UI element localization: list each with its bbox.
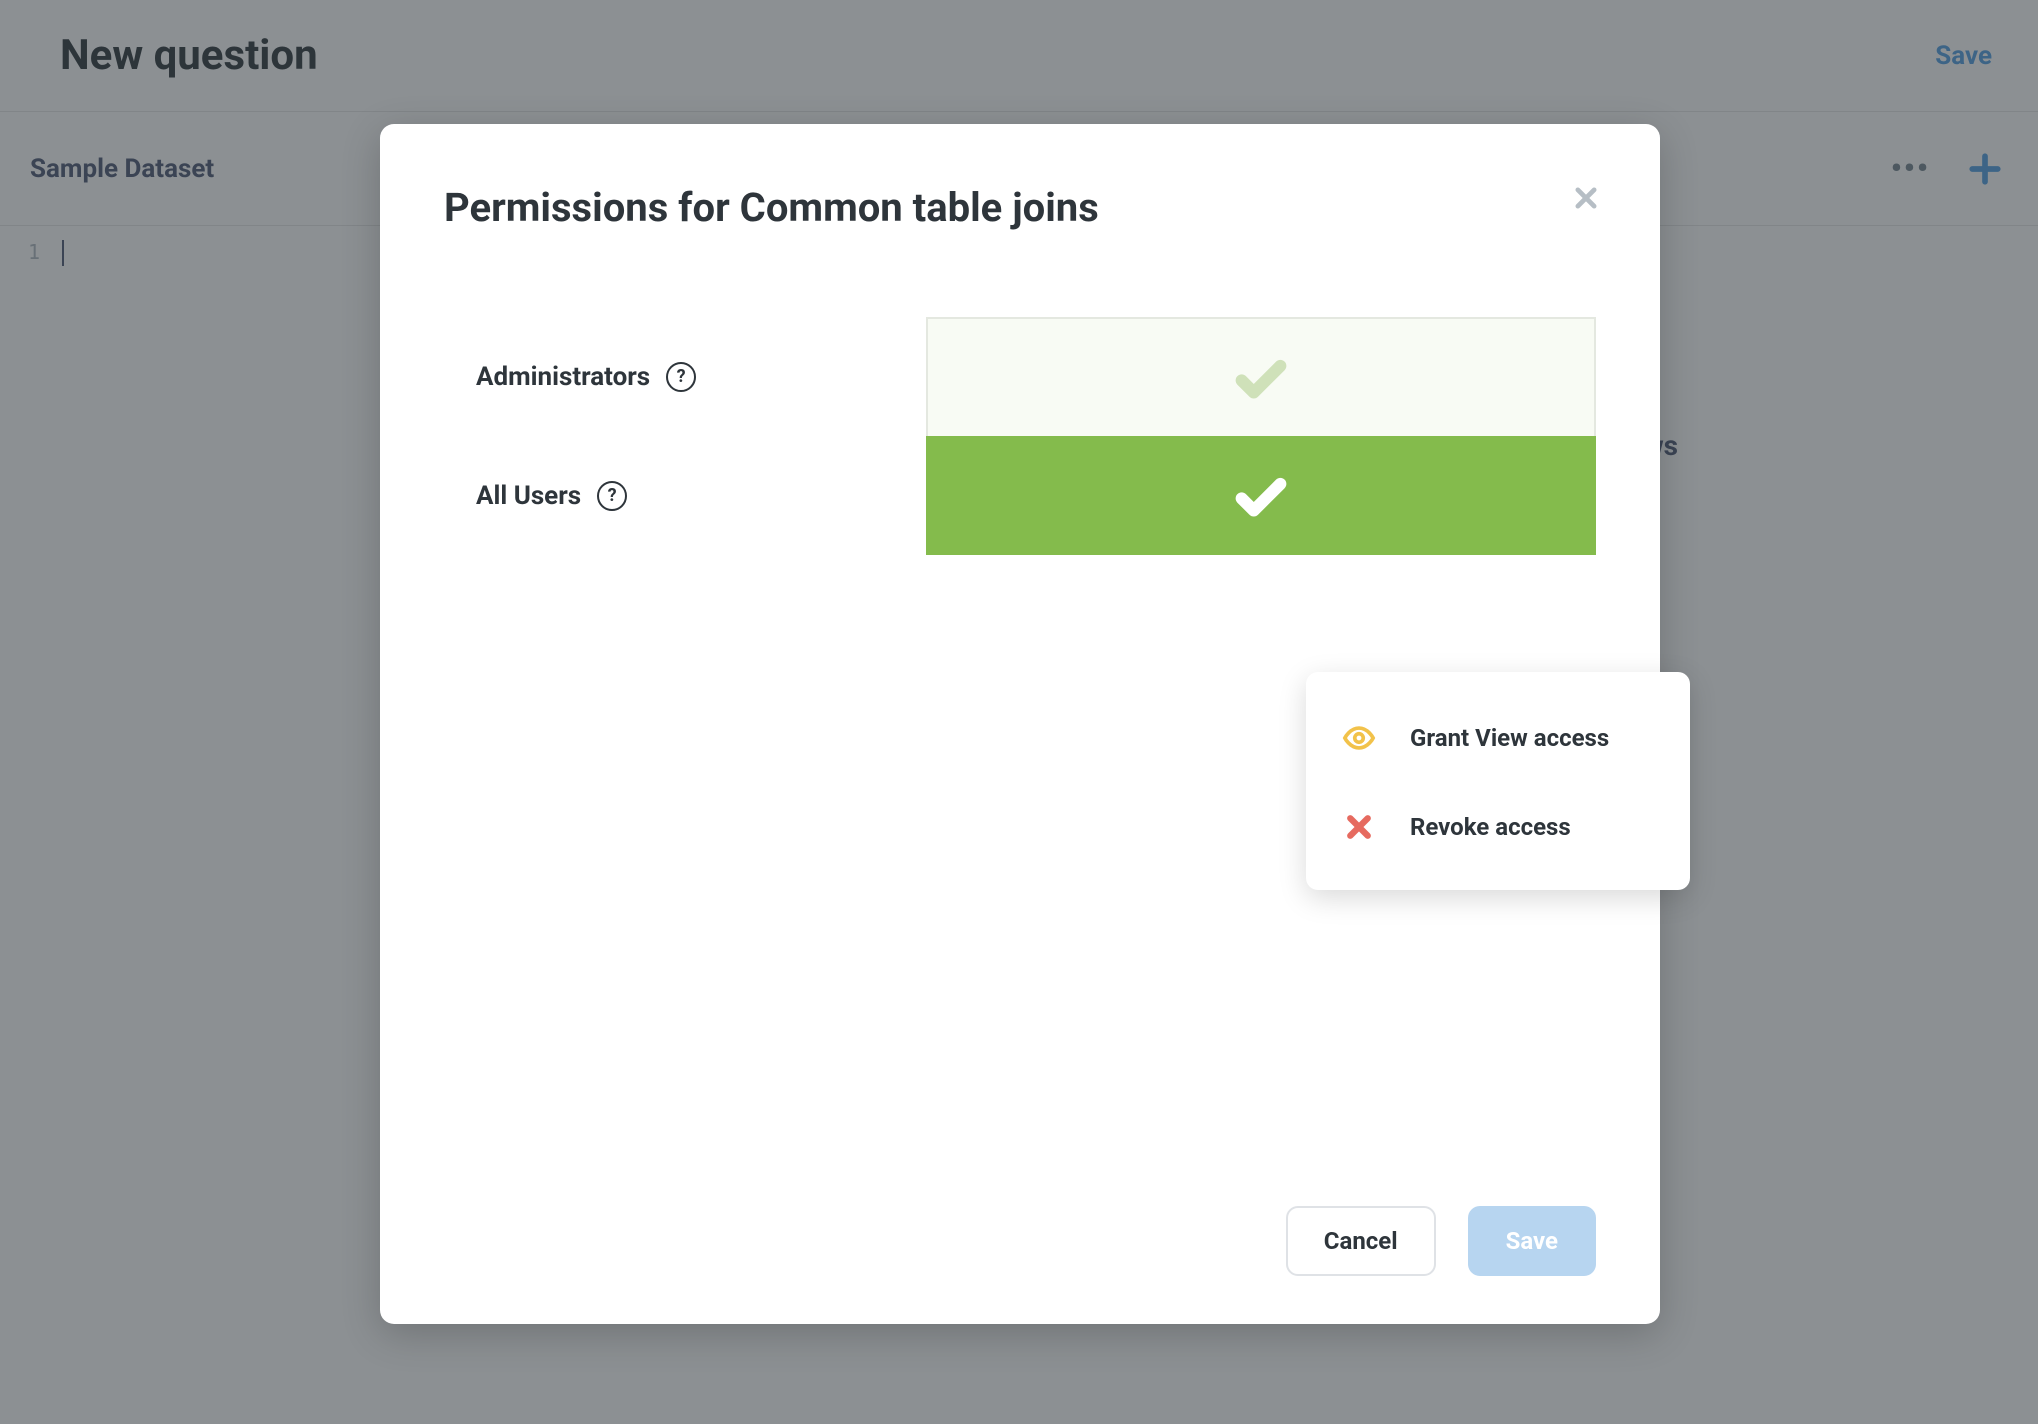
revoke-option[interactable]: Revoke access — [1306, 784, 1690, 870]
perm-row-administrators: Administrators ? — [444, 317, 1596, 436]
check-icon — [1232, 467, 1290, 525]
perm-row-all-users: All Users ? — [444, 436, 1596, 555]
permissions-table: Administrators ? All Users ? — [444, 317, 1596, 555]
save-button[interactable]: Save — [1468, 1206, 1596, 1276]
perm-cell-all-users[interactable] — [926, 436, 1596, 555]
dropdown-item-label: Grant View access — [1410, 724, 1609, 752]
permissions-modal: Permissions for Common table joins Admin… — [380, 124, 1660, 1324]
modal-title: Permissions for Common table joins — [444, 184, 1596, 231]
x-icon — [1342, 812, 1376, 842]
cancel-button[interactable]: Cancel — [1286, 1206, 1436, 1276]
help-icon[interactable]: ? — [666, 362, 696, 392]
eye-icon — [1342, 720, 1376, 756]
group-label-all-users: All Users ? — [444, 436, 926, 555]
perm-cell-administrators[interactable] — [926, 317, 1596, 436]
dropdown-item-label: Revoke access — [1410, 813, 1571, 841]
group-name: All Users — [476, 481, 581, 511]
close-button[interactable] — [1572, 184, 1600, 212]
help-icon[interactable]: ? — [597, 481, 627, 511]
group-name: Administrators — [476, 362, 650, 392]
grant-view-option[interactable]: Grant View access — [1306, 692, 1690, 784]
modal-footer: Cancel Save — [444, 1206, 1596, 1276]
permission-dropdown: Grant View access Revoke access — [1306, 672, 1690, 890]
close-icon — [1572, 184, 1600, 212]
group-label-administrators: Administrators ? — [444, 317, 926, 436]
check-icon — [1232, 349, 1290, 407]
